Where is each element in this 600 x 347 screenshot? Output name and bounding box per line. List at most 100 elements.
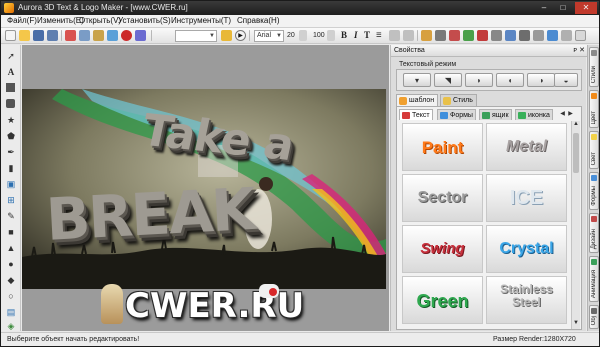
import-tool-icon[interactable]: ◈ [6, 321, 16, 331]
menu-help[interactable]: Справка(H) [237, 16, 280, 25]
extrude-icon[interactable] [491, 30, 502, 41]
box-icon[interactable] [477, 30, 488, 41]
triangle-tool-icon[interactable]: ▲ [6, 243, 16, 253]
undo-icon[interactable] [107, 30, 118, 41]
rect-tool-icon[interactable] [6, 83, 15, 92]
text-3d-icon[interactable] [547, 30, 558, 41]
tab-next-icon[interactable]: ▶ [567, 109, 574, 119]
pentagon-tool-icon[interactable]: ⬟ [6, 131, 16, 141]
text-shadow-icon[interactable] [561, 30, 572, 41]
ring-tool-icon[interactable]: ○ [6, 291, 16, 301]
close-button[interactable]: ✕ [575, 2, 597, 14]
play-icon[interactable]: ▶ [235, 30, 246, 41]
tab-template[interactable]: шаблон [396, 94, 439, 106]
menu-edit[interactable]: Изменить(E) [37, 16, 84, 25]
scroll-down-icon[interactable]: ▼ [572, 320, 580, 329]
pen-tool-icon[interactable]: ✒ [6, 147, 16, 157]
font-size-stepper[interactable] [299, 30, 307, 41]
dock-tab-animation[interactable]: Анимация [589, 256, 599, 302]
template-tile[interactable]: Green [402, 276, 483, 324]
close-panel-icon[interactable]: ✕ [579, 45, 585, 57]
diamond-tool-icon[interactable]: ◆ [6, 275, 16, 285]
tab-shapes[interactable]: Формы [437, 109, 476, 120]
square-tool-icon[interactable]: ■ [6, 227, 16, 237]
text-style-button[interactable]: T [364, 30, 370, 40]
zoom-stepper[interactable] [327, 30, 335, 41]
text-tool-icon[interactable]: A [6, 67, 16, 77]
cylinder-tool-icon[interactable]: ▮ [6, 163, 16, 173]
image-tool-icon[interactable]: ▤ [6, 307, 16, 317]
settings-icon[interactable] [575, 30, 586, 41]
scroll-thumb[interactable] [573, 133, 579, 173]
template-tile[interactable]: ICE [486, 174, 567, 222]
new-file-icon[interactable] [5, 30, 16, 41]
text-frame-icon[interactable]: ⊞ [6, 195, 16, 205]
text-effect-icon[interactable] [505, 30, 516, 41]
menu-file[interactable]: Файл(F) [7, 16, 37, 25]
scroll-up-icon[interactable]: ▲ [572, 121, 580, 130]
cube-icon[interactable] [435, 30, 446, 41]
text-mode-deep-button[interactable]: ◑ [527, 73, 555, 87]
dock-tab-color[interactable]: Цвет [589, 90, 599, 128]
text-mode-round-button[interactable]: ◗ [465, 73, 493, 87]
justify-button[interactable]: ≡ [376, 30, 382, 41]
title-bar[interactable]: Aurora 3D Text & Logo Maker - [www.CWER.… [1, 1, 599, 15]
template-tile[interactable]: Paint [402, 123, 483, 171]
italic-button[interactable]: I [354, 30, 358, 40]
render-canvas[interactable]: Take a BREAK [22, 89, 386, 289]
text-mode-chrome-button[interactable]: ◒ [554, 73, 578, 87]
brush-tool-icon[interactable]: ✎ [6, 211, 16, 221]
tab-prev-icon[interactable]: ◀ [559, 109, 566, 119]
zoom-value[interactable]: 100 [313, 32, 325, 39]
dock-tab-shapes[interactable]: Формы [589, 172, 599, 210]
dock-tab-design[interactable]: Дизайн [589, 213, 599, 253]
bold-button[interactable]: B [341, 30, 347, 40]
tab-text[interactable]: Текст [399, 109, 433, 120]
font-select[interactable]: Arial ▼ [254, 30, 284, 42]
circle-tool-icon[interactable]: ● [6, 259, 16, 269]
star-tool-icon[interactable]: ★ [6, 115, 16, 125]
shape-tool-icon[interactable] [421, 30, 432, 41]
template-tile[interactable]: Stainless Steel [486, 276, 567, 324]
dock-tab-styles[interactable]: Стили [589, 47, 599, 87]
maximize-button[interactable]: □ [554, 2, 572, 14]
dock-tab-light[interactable]: Свет [589, 131, 599, 169]
template-tile[interactable]: Sector [402, 174, 483, 222]
menu-tools[interactable]: Инструменты(T) [171, 16, 231, 25]
pin-icon[interactable]: ᴘ [573, 45, 577, 57]
text-outline-icon[interactable] [533, 30, 544, 41]
align-left-icon[interactable] [389, 30, 400, 41]
minimize-button[interactable]: – [535, 2, 553, 14]
paste-icon[interactable] [93, 30, 104, 41]
menu-view[interactable]: Открыть(V) [79, 16, 121, 25]
green-shape-icon[interactable] [463, 30, 474, 41]
template-tile[interactable]: Swing [402, 225, 483, 273]
align-center-icon[interactable] [403, 30, 414, 41]
font-size-value[interactable]: 20 [287, 32, 295, 39]
tab-style[interactable]: Стиль [440, 94, 477, 106]
block-tool-icon[interactable]: ▣ [6, 179, 16, 189]
preset-select[interactable]: ▼ [175, 30, 217, 42]
template-tile[interactable]: Metal [486, 123, 567, 171]
save-icon[interactable] [33, 30, 44, 41]
dock-tab-obj[interactable]: Obj [589, 305, 599, 329]
menu-settings[interactable]: Установить(S) [118, 16, 171, 25]
copy-icon[interactable] [79, 30, 90, 41]
text-mode-soft-button[interactable]: ◖ [496, 73, 524, 87]
pencil-icon[interactable] [221, 30, 232, 41]
template-tile[interactable]: Crystal [486, 225, 567, 273]
template-scrollbar[interactable]: ▲ ▼ [571, 121, 580, 329]
rounded-rect-tool-icon[interactable] [6, 99, 15, 108]
save-as-icon[interactable] [47, 30, 58, 41]
red-shape-icon[interactable] [449, 30, 460, 41]
select-arrow-icon[interactable]: ➚ [6, 51, 16, 61]
text-bevel-icon[interactable] [519, 30, 530, 41]
brush-icon[interactable] [135, 30, 146, 41]
cut-icon[interactable] [65, 30, 76, 41]
delete-icon[interactable] [121, 30, 132, 41]
tab-icon[interactable]: иконка [515, 109, 553, 120]
text-mode-flat-button[interactable]: ▾ [403, 73, 431, 87]
text-mode-bevel-button[interactable]: ◥ [434, 73, 462, 87]
open-folder-icon[interactable] [19, 30, 30, 41]
tab-box[interactable]: ящик [479, 109, 512, 120]
